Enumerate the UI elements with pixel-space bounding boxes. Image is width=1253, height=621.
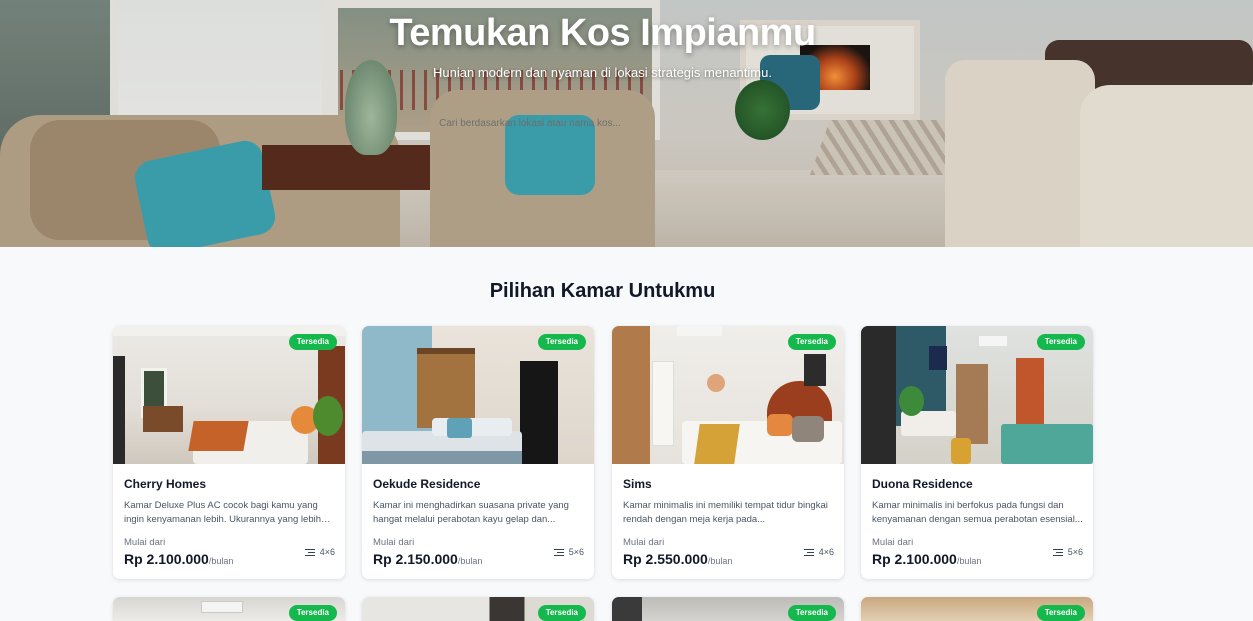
price-from-label: Mulai dari [872,537,914,548]
room-name: Duona Residence [872,477,973,491]
room-card[interactable]: Tersedia [861,597,1093,621]
room-size-icon [803,548,814,557]
hero-subtitle: Hunian modern dan nyaman di lokasi strat… [433,65,772,80]
room-size-icon [553,548,564,557]
room-card-duona-residence[interactable]: Tersedia Duona Residence Kamar minimalis… [861,326,1093,579]
room-card[interactable]: Tersedia [362,597,594,621]
room-price: Rp 2.100.000/bulan [872,551,982,567]
price-from-label: Mulai dari [124,537,166,548]
room-description: Kamar Deluxe Plus AC cocok bagi kamu yan… [124,500,321,525]
room-size: 4×6 [803,547,834,557]
room-price: Rp 2.150.000/bulan [373,551,483,567]
room-name: Cherry Homes [124,477,207,491]
hero-banner: Temukan Kos Impianmu Hunian modern dan n… [0,0,1253,247]
room-price: Rp 2.100.000/bulan [124,551,234,567]
price-from-label: Mulai dari [373,537,415,548]
availability-badge: Tersedia [288,605,337,621]
room-description: Kamar minimalis ini berfokus pada fungsi… [872,500,1083,525]
room-card-oekude-residence[interactable]: Tersedia Oekude Residence Kamar ini meng… [362,326,594,579]
section-title: Pilihan Kamar Untukmu [489,280,716,302]
availability-badge: Tersedia [787,334,836,350]
room-description: Kamar minimalis ini memiliki tempat tidu… [623,500,828,525]
room-size-icon [304,548,315,557]
availability-badge: Tersedia [537,334,586,350]
room-price: Rp 2.550.000/bulan [623,551,733,567]
room-name: Sims [623,477,652,491]
price-from-label: Mulai dari [623,537,665,548]
availability-badge: Tersedia [288,334,337,350]
availability-badge: Tersedia [787,605,836,621]
room-size-icon [1052,548,1063,557]
availability-badge: Tersedia [1036,334,1085,350]
availability-badge: Tersedia [1036,605,1085,621]
room-card-cherry-homes[interactable]: Tersedia Cherry Homes Kamar Deluxe Plus … [113,326,345,579]
room-size: 4×6 [304,547,335,557]
room-description: Kamar ini menghadirkan suasana private y… [373,500,569,525]
hero-title: Temukan Kos Impianmu [389,12,816,54]
room-card[interactable]: Tersedia [113,597,345,621]
room-name: Oekude Residence [373,477,481,491]
room-size: 5×6 [553,547,584,557]
search-input[interactable] [380,112,680,134]
room-card-sims[interactable]: Tersedia Sims Kamar minimalis ini memili… [612,326,844,579]
availability-badge: Tersedia [537,605,586,621]
room-card[interactable]: Tersedia [612,597,844,621]
room-size: 5×6 [1052,547,1083,557]
